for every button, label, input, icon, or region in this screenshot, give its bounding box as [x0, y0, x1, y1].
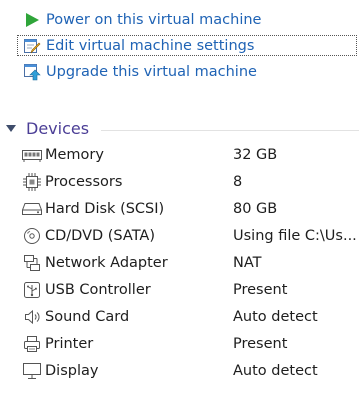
device-row-printer[interactable]: Printer Present — [0, 330, 359, 357]
processor-icon — [21, 172, 43, 191]
devices-section-header[interactable]: Devices — [0, 116, 359, 140]
vm-summary-panel: Power on this virtual machine Edit virtu… — [0, 0, 359, 418]
device-name: Printer — [45, 335, 94, 352]
hard-disk-icon — [21, 200, 43, 218]
device-value: Present — [233, 335, 288, 352]
collapse-triangle-icon[interactable] — [6, 124, 16, 132]
display-icon — [21, 362, 43, 380]
device-name: Memory — [45, 146, 104, 163]
device-name: Hard Disk (SCSI) — [45, 200, 165, 217]
upgrade-icon — [23, 63, 41, 81]
play-icon — [23, 11, 41, 29]
device-row-network-adapter[interactable]: Network Adapter NAT — [0, 249, 359, 276]
device-value: NAT — [233, 254, 262, 271]
device-row-sound-card[interactable]: Sound Card Auto detect — [0, 303, 359, 330]
device-value: 8 — [233, 173, 243, 190]
usb-icon — [21, 281, 43, 299]
memory-icon — [21, 146, 43, 164]
device-row-usb-controller[interactable]: USB Controller Present — [0, 276, 359, 303]
edit-settings-label: Edit virtual machine settings — [46, 37, 255, 54]
device-name: Network Adapter — [45, 254, 168, 271]
power-on-button[interactable]: Power on this virtual machine — [18, 9, 358, 30]
device-row-processors[interactable]: Processors 8 — [0, 168, 359, 195]
device-value: 80 GB — [233, 200, 278, 217]
device-name: USB Controller — [45, 281, 151, 298]
upgrade-vm-button[interactable]: Upgrade this virtual machine — [18, 61, 358, 82]
device-name: Display — [45, 362, 99, 379]
device-name: Processors — [45, 173, 123, 190]
device-value: Using file C:\Us... — [233, 227, 357, 244]
device-name: CD/DVD (SATA) — [45, 227, 156, 244]
printer-icon — [21, 335, 43, 353]
speaker-icon — [21, 308, 43, 326]
device-value: Auto detect — [233, 308, 318, 325]
device-row-display[interactable]: Display Auto detect — [0, 357, 359, 384]
device-row-memory[interactable]: Memory 32 GB — [0, 141, 359, 168]
cd-dvd-icon — [21, 227, 43, 245]
network-adapter-icon — [21, 254, 43, 272]
edit-settings-icon — [23, 37, 41, 55]
upgrade-vm-label: Upgrade this virtual machine — [46, 63, 257, 80]
devices-section-title: Devices — [26, 118, 90, 138]
device-row-hard-disk[interactable]: Hard Disk (SCSI) 80 GB — [0, 195, 359, 222]
section-divider — [101, 129, 359, 131]
device-name: Sound Card — [45, 308, 130, 325]
device-value: 32 GB — [233, 146, 278, 163]
edit-settings-button[interactable]: Edit virtual machine settings — [17, 35, 357, 56]
device-value: Auto detect — [233, 362, 318, 379]
power-on-label: Power on this virtual machine — [46, 11, 262, 28]
device-row-cd-dvd[interactable]: CD/DVD (SATA) Using file C:\Us... — [0, 222, 359, 249]
device-value: Present — [233, 281, 288, 298]
